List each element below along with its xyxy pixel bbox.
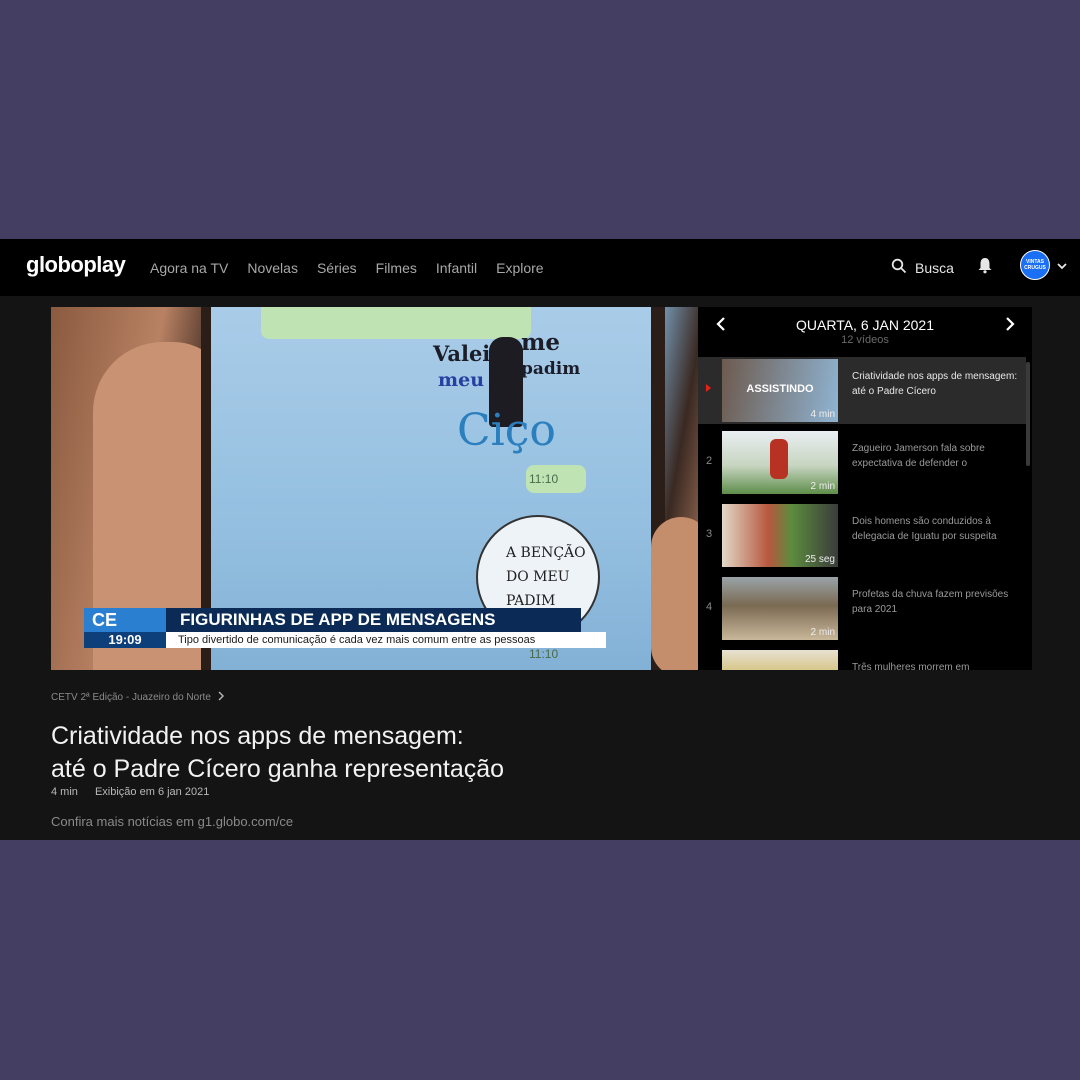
- channel-logo: CE 19:09: [84, 608, 166, 648]
- sticker-word: me: [521, 329, 560, 356]
- nav-infantil[interactable]: Infantil: [436, 260, 477, 276]
- video-title: Criatividade nos apps de mensagem: até o…: [852, 371, 1018, 397]
- item-number: 2: [706, 455, 713, 467]
- nav-series[interactable]: Séries: [317, 260, 357, 276]
- avatar-text: VINTAS CRUGUS: [1024, 259, 1046, 271]
- nav-novelas[interactable]: Novelas: [247, 260, 298, 276]
- video-title-heading: Criatividade nos apps de mensagem: até o…: [51, 720, 611, 786]
- video-description: Confira mais notícias em g1.globo.com/ce: [51, 814, 294, 829]
- item-number: 4: [706, 601, 713, 613]
- title-line: Criatividade nos apps de mensagem:: [51, 722, 464, 750]
- nav-agora-na-tv[interactable]: Agora na TV: [150, 260, 228, 276]
- aired-date: Exibição em 6 jan 2021: [94, 786, 210, 798]
- app-window: globoplay Agora na TV Novelas Séries Fil…: [0, 239, 1080, 840]
- sticker-word: meu: [438, 369, 485, 391]
- playlist-item[interactable]: 2 2 min Zagueiro Jamerson fala sobre exp…: [698, 429, 1026, 496]
- nav-explore[interactable]: Explore: [496, 260, 543, 276]
- nav-filmes[interactable]: Filmes: [376, 260, 417, 276]
- now-playing-icon: [706, 384, 711, 392]
- chevron-down-icon[interactable]: [1056, 259, 1068, 277]
- breadcrumb-program: CETV 2ª Edição - Juazeiro do Norte: [51, 692, 211, 703]
- chevron-right-icon[interactable]: [1002, 316, 1016, 337]
- breadcrumb[interactable]: CETV 2ª Edição - Juazeiro do Norte: [51, 691, 225, 704]
- video-thumbnail: [722, 650, 838, 670]
- title-line: até o Padre Cícero ganha representação: [51, 755, 505, 783]
- message-time: 11:10: [529, 472, 559, 486]
- video-meta: 4 min Exibição em 6 jan 2021: [51, 786, 223, 798]
- lower-third-title: FIGURINHAS DE APP DE MENSAGENS: [166, 608, 581, 632]
- chat-bubble: [261, 307, 531, 339]
- avatar[interactable]: VINTAS CRUGUS: [1020, 250, 1050, 280]
- top-navigation-bar: globoplay Agora na TV Novelas Séries Fil…: [0, 239, 1080, 296]
- playlist-panel: QUARTA, 6 JAN 2021 12 vídeos ASSISTINDO …: [698, 307, 1032, 670]
- watching-label: ASSISTINDO: [746, 383, 814, 395]
- hand-finger: [651, 517, 698, 670]
- playlist-item[interactable]: 4 2 min Profetas da chuva fazem previsõe…: [698, 575, 1026, 642]
- video-duration: 2 min: [810, 627, 835, 638]
- video-duration-label: 4 min: [51, 786, 78, 798]
- globoplay-logo[interactable]: globoplay: [26, 252, 126, 278]
- playlist-item[interactable]: Três mulheres morrem em: [698, 648, 1026, 670]
- video-duration: 25 seg: [804, 554, 835, 565]
- video-thumbnail: 25 seg: [722, 504, 838, 567]
- video-duration: 2 min: [810, 481, 835, 492]
- video-player[interactable]: Valei me meu padim Ciço 11:10 A BENÇÃO D…: [51, 307, 698, 670]
- video-thumbnail: 2 min: [722, 577, 838, 640]
- playlist-header: QUARTA, 6 JAN 2021 12 vídeos: [698, 307, 1032, 356]
- search-label: Busca: [915, 259, 954, 276]
- lower-third-subtitle: Tipo divertido de comunicação é cada vez…: [166, 632, 606, 648]
- broadcast-time: 19:09: [84, 632, 166, 648]
- search-icon: [891, 258, 907, 277]
- stamp-line: DO MEU: [506, 569, 570, 585]
- bell-icon[interactable]: [976, 256, 994, 279]
- playlist-count: 12 vídeos: [841, 334, 889, 346]
- item-number: 3: [706, 528, 713, 540]
- playlist-item[interactable]: 3 25 seg Dois homens são conduzidos à de…: [698, 502, 1026, 569]
- playlist-scrollbar[interactable]: [1026, 362, 1030, 466]
- main-nav: Agora na TV Novelas Séries Filmes Infant…: [150, 239, 544, 296]
- search-button[interactable]: Busca: [891, 239, 954, 296]
- sticker-word: Valei: [433, 341, 491, 366]
- video-title: Zagueiro Jamerson fala sobre expectativa…: [852, 443, 985, 469]
- sticker-word: Ciço: [457, 405, 556, 456]
- video-thumbnail: ASSISTINDO 4 min: [722, 359, 838, 422]
- video-duration: 4 min: [810, 409, 835, 420]
- message-time: 11:10: [529, 647, 559, 661]
- playlist-item[interactable]: ASSISTINDO 4 min Criatividade nos apps d…: [698, 357, 1026, 424]
- video-title: Dois homens são conduzidos à delegacia d…: [852, 516, 997, 542]
- playlist-date: QUARTA, 6 JAN 2021: [796, 317, 934, 333]
- video-title: Três mulheres morrem em: [852, 662, 970, 670]
- stamp-line: A BENÇÃO: [506, 545, 586, 561]
- video-thumbnail: 2 min: [722, 431, 838, 494]
- video-title: Profetas da chuva fazem previsões para 2…: [852, 589, 1009, 615]
- sticker-word: padim: [521, 359, 581, 379]
- channel-logo-text: CE: [92, 610, 118, 630]
- chevron-right-icon: [217, 691, 225, 704]
